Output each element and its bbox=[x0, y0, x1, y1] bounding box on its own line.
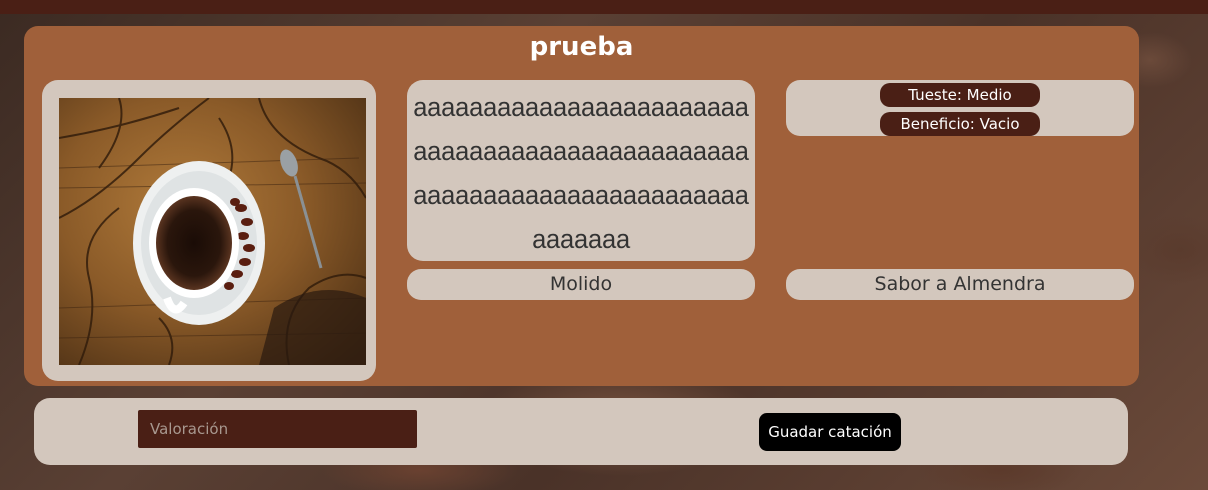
card-title: prueba bbox=[529, 32, 634, 62]
benefit-badge: Beneficio: Vacio bbox=[880, 112, 1040, 136]
description-text: aaaaaaaaaaaaaaaaaaaaaaaaaaaaaaaaaaaaaaaa… bbox=[413, 94, 749, 254]
coffee-image-frame bbox=[42, 80, 376, 381]
tasting-form: Guadar catación bbox=[34, 398, 1128, 465]
grind-field: Molido bbox=[407, 269, 755, 300]
coffee-photo bbox=[59, 98, 366, 365]
flavor-field: Sabor a Almendra bbox=[786, 269, 1134, 300]
description-box: aaaaaaaaaaaaaaaaaaaaaaaaaaaaaaaaaaaaaaaa… bbox=[407, 80, 755, 261]
top-bar bbox=[0, 0, 1208, 14]
attributes-box: Tueste: Medio Beneficio: Vacio bbox=[786, 80, 1134, 136]
rating-input[interactable] bbox=[138, 410, 417, 448]
save-tasting-button[interactable]: Guadar catación bbox=[759, 413, 901, 451]
coffee-card: prueba aaaaaaaaaaaaaaaaaaaaaaaaaaaaaaaaa… bbox=[24, 26, 1139, 386]
roast-badge: Tueste: Medio bbox=[880, 83, 1040, 107]
